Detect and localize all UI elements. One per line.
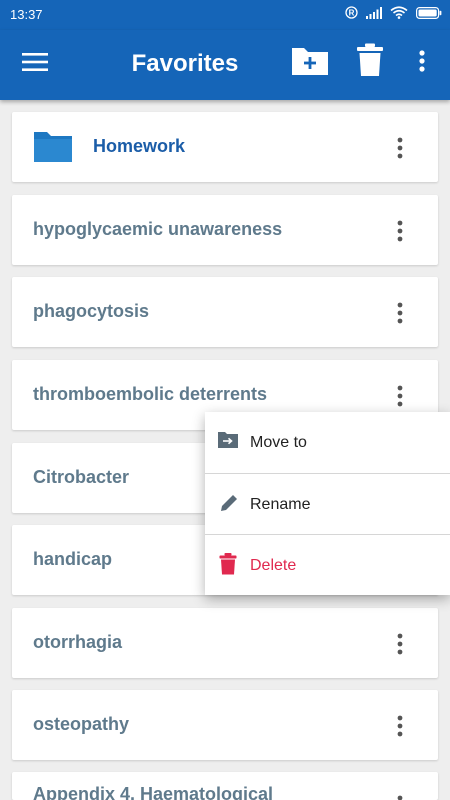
status-time: 13:37 xyxy=(10,7,43,22)
list-item-label: Citrobacter xyxy=(33,467,130,487)
list-item-label: phagocytosis xyxy=(33,301,150,321)
list-item-label: Appendix 4. Haematological xyxy=(33,784,274,800)
folder-row-homework[interactable]: Homework xyxy=(12,112,438,182)
row-menu-icon[interactable] xyxy=(388,632,412,656)
status-bar: 13:37 R xyxy=(0,0,450,30)
list-item-label: handicap xyxy=(33,549,113,569)
status-icons: R xyxy=(345,6,442,19)
row-menu-icon[interactable] xyxy=(388,219,412,243)
folder-label: Homework xyxy=(93,136,186,156)
more-vert-icon[interactable] xyxy=(416,49,428,78)
move-to-label: Move to xyxy=(250,434,307,451)
list-item-label: osteopathy xyxy=(33,714,130,734)
pencil-icon xyxy=(221,495,237,511)
delete-icon xyxy=(219,553,237,575)
list-item[interactable]: phagocytosis xyxy=(12,277,438,347)
list-item[interactable]: otorrhagia xyxy=(12,608,438,678)
list-item[interactable]: osteopathy xyxy=(12,690,438,760)
row-menu-icon[interactable] xyxy=(388,301,412,325)
svg-text:R: R xyxy=(349,8,355,17)
delete-label: Delete xyxy=(250,557,297,574)
new-folder-icon[interactable] xyxy=(290,45,330,82)
list-item-label: hypoglycaemic unawareness xyxy=(33,219,283,239)
move-to-icon xyxy=(218,432,238,448)
delete-menu-item[interactable]: Delete xyxy=(205,535,450,596)
move-to-menu-item[interactable]: Move to xyxy=(205,412,450,473)
context-menu: Move to Rename Delete xyxy=(205,412,450,595)
app-bar: Favorites xyxy=(0,30,450,100)
row-menu-icon[interactable] xyxy=(388,136,412,160)
folder-icon xyxy=(34,132,72,162)
rename-menu-item[interactable]: Rename xyxy=(205,474,450,535)
trash-icon[interactable] xyxy=(356,43,384,82)
row-menu-icon[interactable] xyxy=(388,794,412,800)
rename-label: Rename xyxy=(250,496,311,513)
list-item[interactable]: Appendix 4. Haematological xyxy=(12,772,438,800)
list-item-label: otorrhagia xyxy=(33,632,123,652)
registered-icon: R xyxy=(345,6,358,19)
list-item-label: thromboembolic deterrents xyxy=(33,384,268,404)
signal-icon xyxy=(366,6,382,19)
row-menu-icon[interactable] xyxy=(388,714,412,738)
row-menu-icon[interactable] xyxy=(388,384,412,408)
battery-icon xyxy=(416,6,442,19)
list-item[interactable]: hypoglycaemic unawareness xyxy=(12,195,438,265)
wifi-icon xyxy=(390,6,408,19)
